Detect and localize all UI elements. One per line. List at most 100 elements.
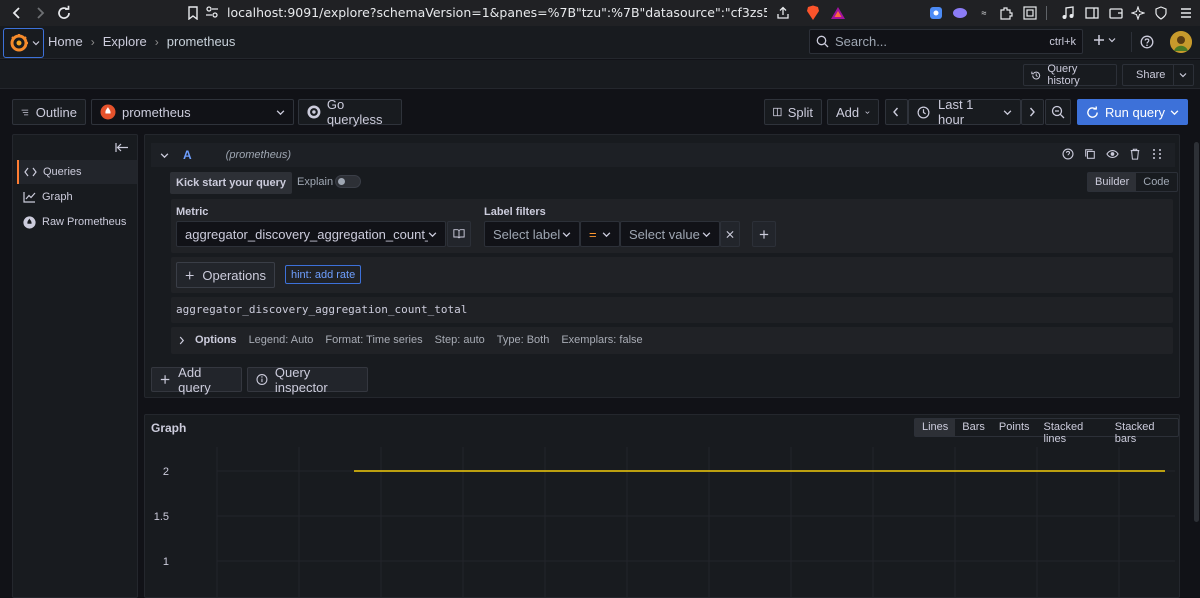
time-back-button[interactable] bbox=[885, 99, 908, 125]
operations-button[interactable]: Operations bbox=[176, 262, 275, 288]
add-query-button[interactable]: Add query bbox=[151, 365, 242, 395]
sidebar-item-graph[interactable]: Graph bbox=[17, 185, 137, 209]
time-range-picker[interactable]: Last 1 hour bbox=[908, 97, 1021, 127]
editor-mode-switch: Builder Code bbox=[1087, 172, 1178, 192]
graph-mode-lines[interactable]: Lines bbox=[915, 419, 956, 436]
prometheus-icon bbox=[100, 104, 116, 120]
sidebar-item-raw-prometheus[interactable]: Raw Prometheus bbox=[17, 210, 137, 234]
list-icon bbox=[21, 109, 29, 115]
scrollbar[interactable] bbox=[1194, 142, 1199, 522]
avatar[interactable] bbox=[1170, 31, 1192, 53]
graph-mode-stacked-bars[interactable]: Stacked bars bbox=[1108, 419, 1178, 445]
code-icon bbox=[24, 167, 37, 177]
top-nav: Home › Explore › prometheus Search... ct… bbox=[0, 26, 1200, 59]
browser-toolbar: localhost:9091/explore?schemaVersion=1&p… bbox=[0, 0, 1200, 26]
run-query-button[interactable]: Run query bbox=[1077, 99, 1188, 125]
breadcrumb-explore[interactable]: Explore bbox=[103, 34, 147, 49]
metric-value: aggregator_discovery_aggregation_count_t… bbox=[185, 226, 428, 242]
sidebar-item-label: Raw Prometheus bbox=[42, 216, 127, 228]
sidebar-toggle-icon[interactable] bbox=[1082, 3, 1102, 23]
zoom-out-button[interactable] bbox=[1045, 99, 1071, 125]
select-value-dropdown[interactable]: Select value bbox=[620, 221, 720, 247]
mode-builder[interactable]: Builder bbox=[1088, 173, 1137, 191]
eye-icon[interactable] bbox=[1106, 148, 1119, 160]
brave-shield-icon[interactable] bbox=[803, 3, 823, 23]
chevron-right-icon bbox=[1029, 107, 1035, 117]
remove-filter-button[interactable] bbox=[720, 221, 740, 247]
datasource-picker[interactable]: prometheus bbox=[91, 99, 294, 125]
chevron-down-icon[interactable] bbox=[1170, 108, 1179, 117]
y-tick-label: 1.5 bbox=[154, 511, 169, 523]
columns-icon bbox=[773, 107, 782, 117]
breadcrumb: Home › Explore › prometheus bbox=[48, 34, 235, 49]
collapse-chevron-icon[interactable] bbox=[160, 151, 169, 160]
time-series-chart[interactable]: 21.51 bbox=[145, 447, 1179, 597]
help-icon[interactable] bbox=[1140, 35, 1154, 49]
brave-rewards-icon[interactable] bbox=[828, 3, 848, 23]
trash-icon[interactable] bbox=[1129, 148, 1141, 160]
share-page-icon[interactable] bbox=[773, 3, 793, 23]
query-editor-panel: A (prometheus) Kick start your query Exp… bbox=[144, 134, 1180, 398]
wallet-icon[interactable] bbox=[1106, 3, 1126, 23]
mode-code[interactable]: Code bbox=[1136, 173, 1176, 191]
extension-k-icon[interactable]: ≈ bbox=[974, 3, 994, 23]
outline-button[interactable]: Outline bbox=[12, 99, 86, 125]
add-filter-button[interactable] bbox=[752, 221, 776, 247]
breadcrumb-separator: › bbox=[154, 34, 159, 49]
graph-mode-points[interactable]: Points bbox=[992, 419, 1037, 436]
time-forward-button[interactable] bbox=[1021, 99, 1044, 125]
share-button[interactable]: Share bbox=[1122, 64, 1194, 86]
share-dropdown[interactable] bbox=[1173, 65, 1187, 85]
extension-cloud-icon[interactable] bbox=[950, 3, 970, 23]
options-row[interactable]: Options Legend: Auto Format: Time series… bbox=[171, 327, 1173, 354]
sidebar-item-queries[interactable]: Queries bbox=[17, 160, 137, 184]
forward-icon[interactable] bbox=[28, 1, 52, 25]
go-queryless-button[interactable]: Go queryless bbox=[298, 97, 402, 127]
refresh-icon bbox=[1087, 105, 1098, 118]
reload-icon[interactable] bbox=[52, 1, 76, 25]
screenshot-icon[interactable] bbox=[1020, 3, 1040, 23]
chevron-down-icon bbox=[562, 231, 571, 237]
breadcrumb-home[interactable]: Home bbox=[48, 34, 83, 49]
new-button[interactable] bbox=[1093, 34, 1116, 46]
extensions-icon[interactable] bbox=[996, 3, 1016, 23]
kick-start-button[interactable]: Kick start your query bbox=[170, 172, 293, 194]
split-button[interactable]: Split bbox=[764, 99, 822, 125]
back-icon[interactable] bbox=[5, 1, 29, 25]
graph-mode-stacked-lines[interactable]: Stacked lines bbox=[1037, 419, 1108, 445]
extension-gear-icon[interactable] bbox=[926, 3, 946, 23]
grafana-menu-button[interactable] bbox=[3, 28, 44, 58]
search-placeholder: Search... bbox=[835, 34, 888, 49]
vpn-icon[interactable] bbox=[1151, 3, 1171, 23]
search-input[interactable]: Search... ctrl+k bbox=[809, 29, 1083, 54]
leo-ai-icon[interactable] bbox=[1128, 3, 1148, 23]
drag-handle-icon[interactable] bbox=[1151, 148, 1163, 160]
add-button[interactable]: Add bbox=[827, 99, 879, 125]
address-bar[interactable]: localhost:9091/explore?schemaVersion=1&p… bbox=[205, 1, 775, 23]
bookmark-icon[interactable] bbox=[183, 3, 203, 23]
explain-toggle[interactable] bbox=[335, 175, 361, 188]
sidebar-item-label: Graph bbox=[42, 191, 73, 203]
hint-add-rate-button[interactable]: hint: add rate bbox=[285, 265, 362, 284]
query-ref-id[interactable]: A bbox=[183, 148, 192, 162]
chevron-left-icon bbox=[893, 107, 899, 117]
book-icon bbox=[453, 229, 465, 239]
share-label: Share bbox=[1136, 69, 1166, 81]
operator-dropdown[interactable]: = bbox=[580, 221, 620, 247]
duplicate-icon[interactable] bbox=[1084, 148, 1096, 160]
menu-icon[interactable] bbox=[1176, 3, 1196, 23]
help-icon[interactable] bbox=[1062, 148, 1074, 160]
chevron-down-icon bbox=[1179, 73, 1187, 78]
media-icon[interactable] bbox=[1058, 3, 1078, 23]
run-query-label: Run query bbox=[1105, 104, 1165, 120]
collapse-outline-icon[interactable] bbox=[115, 142, 129, 153]
queryless-icon bbox=[307, 105, 321, 119]
metrics-explorer-button[interactable] bbox=[447, 221, 471, 247]
graph-mode-bars[interactable]: Bars bbox=[955, 419, 992, 436]
graph-panel: Graph Lines Bars Points Stacked lines St… bbox=[144, 414, 1180, 598]
query-inspector-button[interactable]: Query inspector bbox=[247, 365, 368, 395]
metric-select[interactable]: aggregator_discovery_aggregation_count_t… bbox=[176, 221, 446, 247]
select-label-dropdown[interactable]: Select label bbox=[484, 221, 580, 247]
site-info-icon[interactable] bbox=[205, 5, 219, 19]
query-history-button[interactable]: Query history bbox=[1023, 63, 1117, 87]
